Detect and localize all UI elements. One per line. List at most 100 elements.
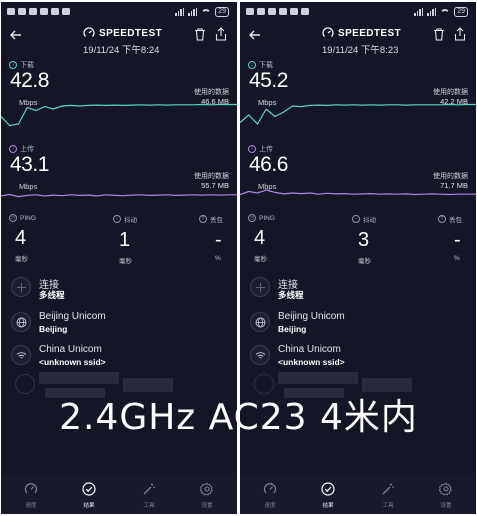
server-location: Beijing: [39, 324, 68, 334]
jitter-unit: 毫秒: [358, 258, 371, 265]
download-graph: [240, 103, 476, 125]
caption-overlay: 2.4GHz AC23 4米内: [59, 397, 418, 438]
app-header: SPEEDTEST 19/11/24 下午8:23: [240, 22, 476, 58]
signal-icon: [188, 8, 198, 16]
signal-icon: [175, 8, 185, 16]
upload-graph: [240, 189, 476, 196]
download-graph: [1, 103, 237, 127]
magic-wand-icon: [382, 483, 394, 495]
packet-loss-stat: ? 丢包 - %: [199, 214, 223, 262]
tab-tools[interactable]: 工具: [368, 482, 408, 509]
network-ssid: <unknown ssid>: [278, 357, 345, 367]
notification-icon: [301, 8, 309, 15]
notification-icon: [268, 8, 276, 15]
latency-stats: ◷ PING 4 毫秒 − 抖动 3 毫秒 ? 丢包 - %: [240, 214, 476, 274]
server-name: Beijing Unicom: [39, 311, 106, 322]
wifi-network-icon: [11, 345, 31, 365]
notification-icon: [18, 8, 26, 15]
share-icon[interactable]: [454, 27, 466, 41]
speedometer-icon: [24, 483, 38, 494]
help-icon[interactable]: ?: [199, 215, 207, 223]
server-name: Beijing Unicom: [278, 311, 345, 322]
download-section: ↓ 下载 42.8 Mbps 使用的数据 46.6 MB: [1, 58, 237, 138]
status-bar: 29: [240, 2, 476, 22]
tab-speed-label: 速度: [25, 503, 37, 509]
speedometer-icon: [263, 483, 277, 494]
back-arrow-icon[interactable]: [9, 28, 23, 42]
notification-icon: [40, 8, 48, 15]
connection-row: 连接 多线程: [240, 274, 476, 304]
packet-loss-stat: ? 丢包 - %: [438, 214, 462, 262]
speedtest-logo: SPEEDTEST: [322, 27, 401, 39]
jitter-value: 3: [358, 229, 370, 251]
tab-results[interactable]: 结果: [308, 482, 348, 509]
tab-speed[interactable]: 速度: [250, 482, 290, 509]
bottom-tab-bar: 速度 结果 工具 设置: [1, 474, 237, 514]
tab-settings[interactable]: 设置: [187, 482, 227, 509]
trash-icon[interactable]: [433, 28, 445, 41]
test-datetime: 19/11/24 下午8:23: [322, 45, 399, 56]
globe-icon: [11, 312, 31, 332]
battery-indicator: 29: [215, 7, 229, 17]
server-row: Beijing Unicom Beijing: [240, 309, 476, 339]
connections-icon: [250, 277, 270, 297]
ping-unit: 毫秒: [254, 256, 267, 263]
tab-results[interactable]: 结果: [69, 482, 109, 509]
download-section: ↓ 下载 45.2 Mbps 使用的数据 42.2 MB: [240, 58, 476, 138]
tab-tools-label: 工具: [382, 503, 394, 509]
check-circle-icon: [82, 482, 96, 496]
download-trace-line: [1, 103, 237, 127]
back-arrow-icon[interactable]: [248, 28, 262, 42]
tab-tools[interactable]: 工具: [129, 482, 169, 509]
packet-loss-value: -: [454, 229, 461, 251]
upload-arrow-icon: ↑: [248, 145, 256, 153]
notification-icon: [246, 8, 254, 15]
jitter-label: 抖动: [124, 217, 137, 224]
magic-wand-icon: [143, 483, 155, 495]
jitter-value: 1: [119, 229, 131, 251]
connections-icon: [11, 277, 31, 297]
ping-stat: ◷ PING 4 毫秒: [248, 214, 275, 263]
trash-icon[interactable]: [194, 28, 206, 41]
tab-tools-label: 工具: [143, 503, 155, 509]
tab-speed[interactable]: 速度: [11, 482, 51, 509]
signal-icon: [427, 8, 437, 16]
help-icon[interactable]: ?: [438, 215, 446, 223]
tab-settings[interactable]: 设置: [426, 482, 466, 509]
tab-settings-label: 设置: [201, 503, 213, 509]
tab-results-label: 结果: [83, 503, 95, 509]
network-provider: China Unicom: [39, 344, 102, 355]
notification-icons: [246, 8, 309, 15]
test-datetime: 19/11/24 下午8:24: [83, 45, 160, 56]
download-data-used-label: 使用的数据: [433, 89, 468, 96]
status-bar: 29: [1, 2, 237, 22]
packet-loss-unit: %: [215, 255, 221, 262]
share-icon[interactable]: [215, 27, 227, 41]
speedometer-icon: [322, 27, 334, 37]
download-value: 42.8: [10, 69, 49, 92]
connection-mode: 多线程: [39, 290, 65, 300]
download-data-used-label: 使用的数据: [194, 89, 229, 96]
notification-icon: [51, 8, 59, 15]
tab-speed-label: 速度: [264, 503, 276, 509]
packet-loss-value: -: [215, 229, 222, 251]
connection-row: 连接 多线程: [1, 274, 237, 304]
wifi-icon: [440, 8, 451, 16]
upload-value: 46.6: [249, 153, 288, 176]
upload-trace-line: [1, 193, 237, 198]
upload-arrow-icon: ↑: [9, 145, 17, 153]
jitter-stat: − 抖动 1 毫秒: [113, 214, 137, 265]
jitter-unit: 毫秒: [119, 258, 132, 265]
download-arrow-icon: ↓: [9, 61, 17, 69]
upload-data-used-label: 使用的数据: [433, 173, 468, 180]
jitter-icon: −: [113, 215, 121, 223]
notification-icon: [62, 8, 70, 15]
latency-stats: ◷ PING 4 毫秒 − 抖动 1 毫秒 ? 丢包 - %: [1, 214, 237, 274]
ping-icon: ◷: [9, 214, 17, 222]
bottom-tab-bar: 速度 结果 工具 设置: [240, 474, 476, 514]
speedtest-logo: SPEEDTEST: [83, 27, 162, 39]
wifi-network-icon: [250, 345, 270, 365]
upload-data-used-label: 使用的数据: [194, 173, 229, 180]
notification-icon: [257, 8, 265, 15]
jitter-label: 抖动: [363, 217, 376, 224]
